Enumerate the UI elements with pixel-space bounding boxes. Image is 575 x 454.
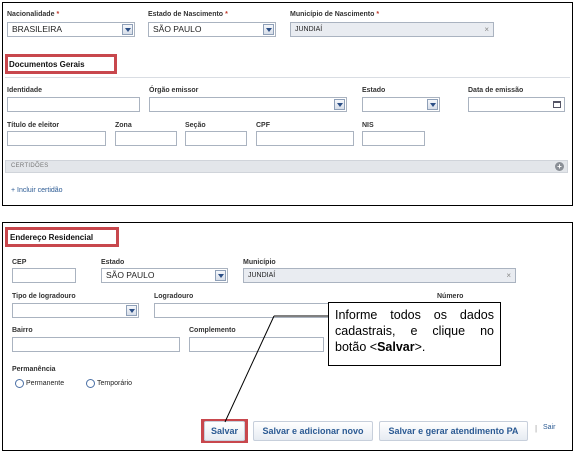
callout-pointer bbox=[224, 315, 330, 423]
instruction-callout: Informe todos os dados cadastrais, e cli… bbox=[328, 302, 501, 366]
